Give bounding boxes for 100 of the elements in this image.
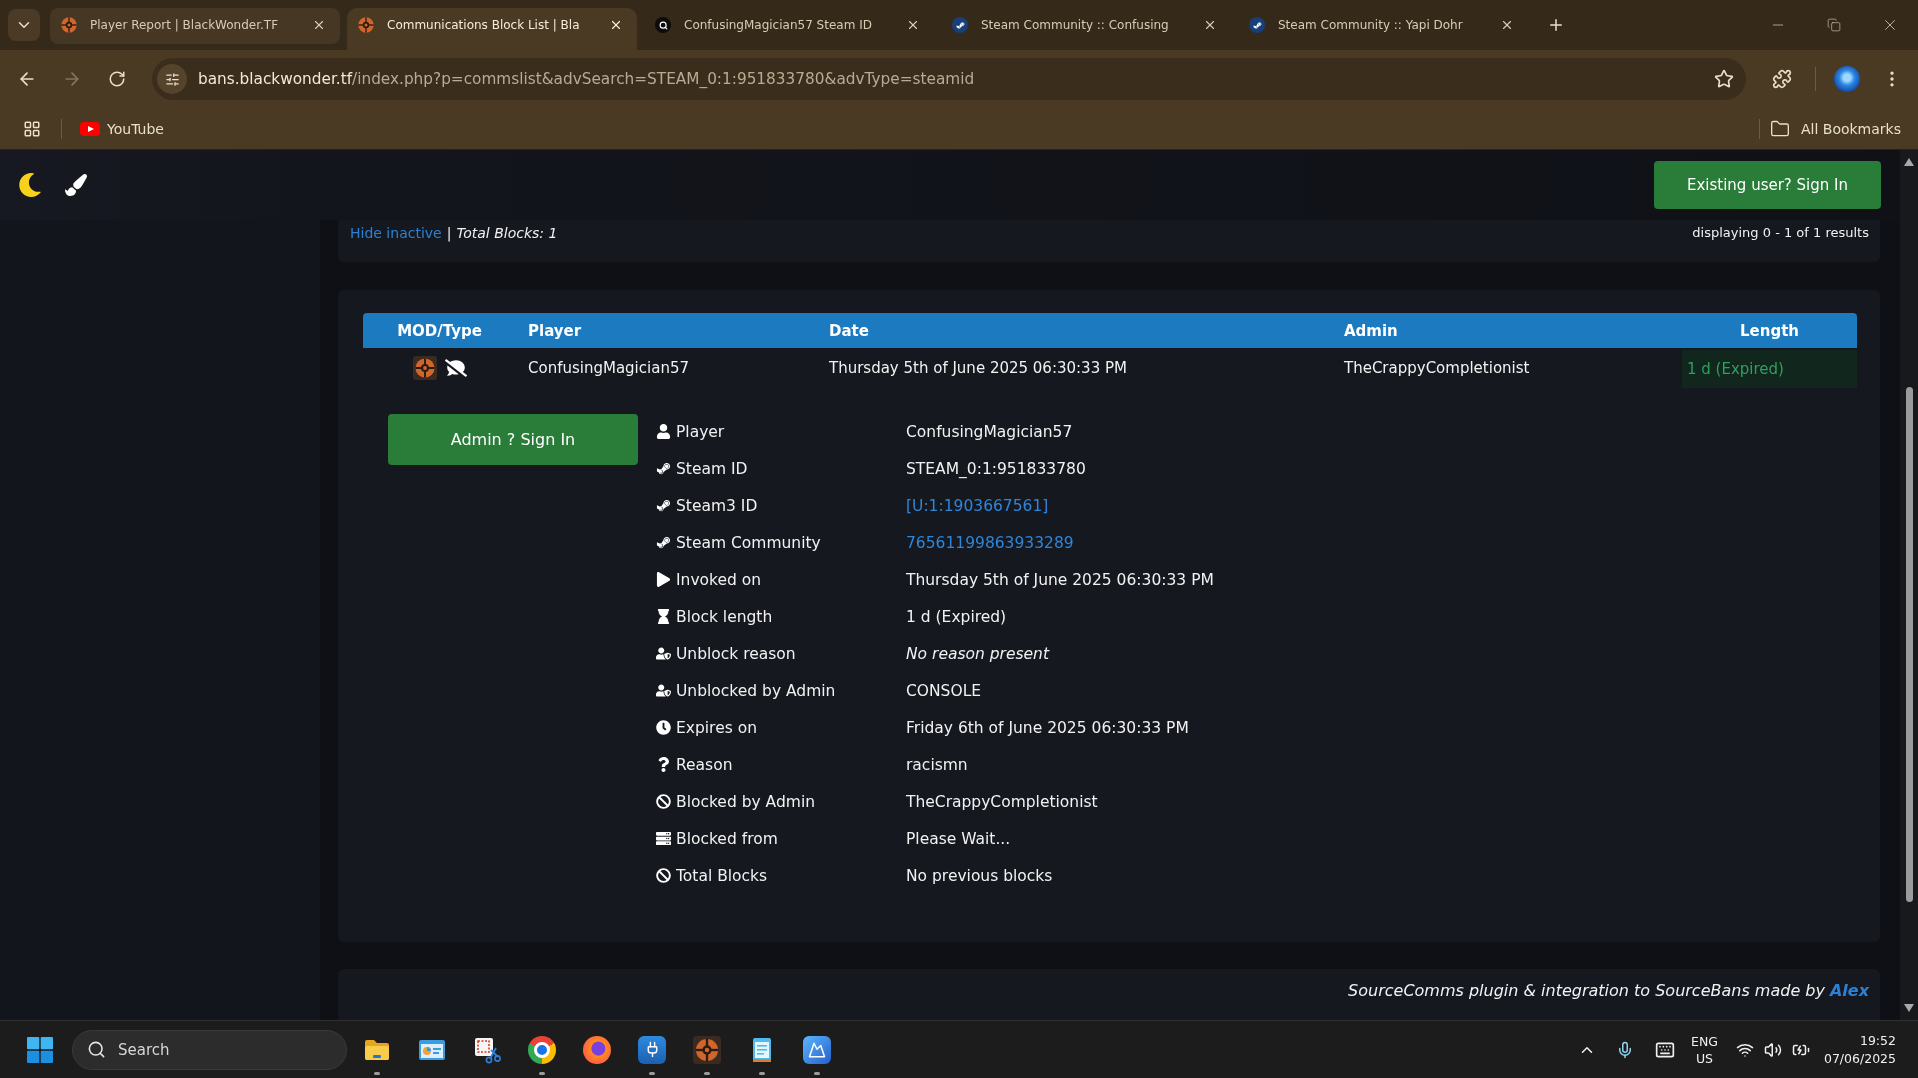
play-icon: [656, 572, 671, 587]
language-text[interactable]: US: [1695, 1049, 1714, 1067]
fox-browser-icon[interactable]: [583, 1035, 611, 1064]
clock-date-text[interactable]: 07/06/2025: [1823, 1049, 1896, 1068]
steam-icon: [656, 498, 671, 513]
detail-value: Friday 6th of June 2025 06:30:33 PM: [906, 718, 1189, 737]
user-shield-icon: [656, 683, 671, 698]
detail-link[interactable]: 76561199863933289: [906, 533, 1074, 552]
detail-label: Blocked from: [676, 829, 778, 848]
detail-label: Block length: [676, 607, 773, 626]
detail-label: Unblock reason: [676, 644, 796, 663]
detail-label: Blocked by Admin: [676, 792, 815, 811]
browser-tab[interactable]: Communications Block List | Bla: [347, 8, 637, 50]
game-logo-icon: [412, 356, 437, 380]
detail-link[interactable]: [U:1:1903667561]: [906, 496, 1049, 515]
steam-icon: [952, 17, 968, 33]
bookmark-link[interactable]: YouTube: [72, 112, 172, 145]
table-cell-text: TheCrappyCompletionist: [1343, 359, 1531, 377]
search-icon: [655, 17, 671, 33]
steam-icon: [656, 461, 671, 476]
server-icon: [656, 831, 671, 846]
detail-value: CONSOLE: [906, 681, 982, 700]
tab-list-button[interactable]: [8, 9, 40, 41]
volume-icon[interactable]: [1763, 1040, 1782, 1059]
scroll-up-icon[interactable]: [1904, 158, 1914, 166]
search-field[interactable]: Search: [72, 1029, 347, 1070]
question-mark-icon: [656, 757, 671, 772]
close-icon[interactable]: [1203, 18, 1217, 32]
column-header: MOD/Type: [396, 321, 483, 340]
column-header: Admin: [1343, 321, 1399, 340]
brush-icon[interactable]: [65, 174, 87, 196]
sign-in-button[interactable]: Existing user? Sign In: [1654, 161, 1881, 209]
avatar-icon[interactable]: [1834, 66, 1860, 92]
detail-value: ConfusingMagician57: [906, 422, 1073, 441]
search-icon: [87, 1039, 106, 1059]
detail-value: Please Wait...: [906, 829, 1011, 848]
user-icon: [656, 424, 671, 439]
detail-value: No previous blocks: [906, 866, 1053, 885]
user-shield-icon: [656, 646, 671, 661]
detail-label: Reason: [676, 755, 733, 774]
steam-icon: [1249, 17, 1265, 33]
video-play-icon: [80, 121, 100, 136]
browser-tab[interactable]: Steam Community :: Confusing: [941, 8, 1231, 50]
footer-text: SourceComms plugin & integration to SourceBans made by Alex: [1348, 981, 1869, 1000]
detail-label: Total Blocks: [676, 866, 768, 885]
puzzle-icon[interactable]: [1772, 69, 1792, 89]
hourglass-icon: [656, 609, 671, 624]
detail-label: Steam Community: [676, 533, 821, 552]
detail-label: Invoked on: [676, 570, 762, 589]
plug-icon[interactable]: [638, 1035, 666, 1064]
moon-icon[interactable]: [18, 173, 42, 197]
separator-text: |: [446, 224, 452, 241]
ban-icon: [656, 794, 671, 809]
apps-grid-icon[interactable]: [23, 119, 41, 138]
close-icon[interactable]: [312, 18, 326, 32]
game-logo-icon[interactable]: [693, 1035, 721, 1064]
detail-value: racismn: [906, 755, 968, 774]
detail-value: TheCrappyCompletionist: [906, 792, 1098, 811]
folder-icon: [1769, 118, 1790, 139]
detail-label: Steam3 ID: [676, 496, 758, 515]
column-header: Player: [527, 321, 583, 340]
author-link[interactable]: Alex: [1829, 981, 1869, 1000]
chat-slash-icon: [444, 357, 467, 379]
language-text[interactable]: ENG: [1691, 1032, 1718, 1050]
close-icon[interactable]: [1500, 18, 1514, 32]
detail-value: Thursday 5th of June 2025 06:30:33 PM: [906, 570, 1214, 589]
site-info-button[interactable]: [157, 64, 187, 94]
clock-time-text[interactable]: 19:52: [1859, 1031, 1896, 1050]
admin-sign-in-button[interactable]: Admin ? Sign In: [388, 414, 638, 465]
restore-icon[interactable]: [1827, 18, 1841, 32]
windows-icon[interactable]: [27, 1036, 53, 1063]
star-icon[interactable]: [1714, 69, 1734, 89]
scissors-icon[interactable]: [473, 1035, 501, 1064]
all-bookmarks-button[interactable]: All Bookmarks: [1761, 112, 1901, 145]
close-icon[interactable]: [906, 18, 920, 32]
steam-icon: [656, 535, 671, 550]
table-cell-text: Thursday 5th of June 2025 06:30:33 PM: [828, 359, 1128, 377]
game-logo-icon: [61, 17, 77, 33]
scrollbar-thumb[interactable]: [1905, 387, 1913, 902]
browser-tab[interactable]: Steam Community :: Yapi Dohr: [1238, 8, 1528, 50]
length-cell: 1 d (Expired): [1682, 350, 1857, 388]
reload-icon[interactable]: [108, 70, 126, 88]
results-count-text: displaying 0 - 1 of 1 results: [1692, 225, 1869, 240]
plus-icon[interactable]: [1547, 16, 1565, 34]
address-field[interactable]: bans.blackwonder.tf/index.php?p=commslist&advSearch=STEAM_0:1:951833780&advType=steamid: [152, 58, 1746, 100]
detail-value: No reason present: [906, 644, 1049, 663]
total-blocks-text: Total Blocks: 1: [456, 224, 558, 241]
scroll-down-icon[interactable]: [1904, 1004, 1914, 1012]
microphone-icon[interactable]: [1616, 1040, 1634, 1059]
browser-tab[interactable]: Player Report | BlackWonder.TF: [50, 8, 340, 44]
url-text: bans.blackwonder.tf/index.php?p=commslist&advSearch=STEAM_0:1:951833780&advType=steamid: [198, 70, 975, 88]
sliders-icon: [164, 71, 180, 87]
browser-icon[interactable]: [528, 1035, 556, 1064]
detail-value: STEAM_0:1:951833780: [906, 459, 1086, 478]
close-icon[interactable]: [609, 18, 623, 32]
column-header: Length: [1739, 321, 1800, 340]
landscape-icon[interactable]: [803, 1035, 831, 1064]
browser-tab[interactable]: ConfusingMagician57 Steam ID: [644, 8, 934, 50]
detail-label: Player: [676, 422, 725, 441]
column-header: Date: [828, 321, 870, 340]
